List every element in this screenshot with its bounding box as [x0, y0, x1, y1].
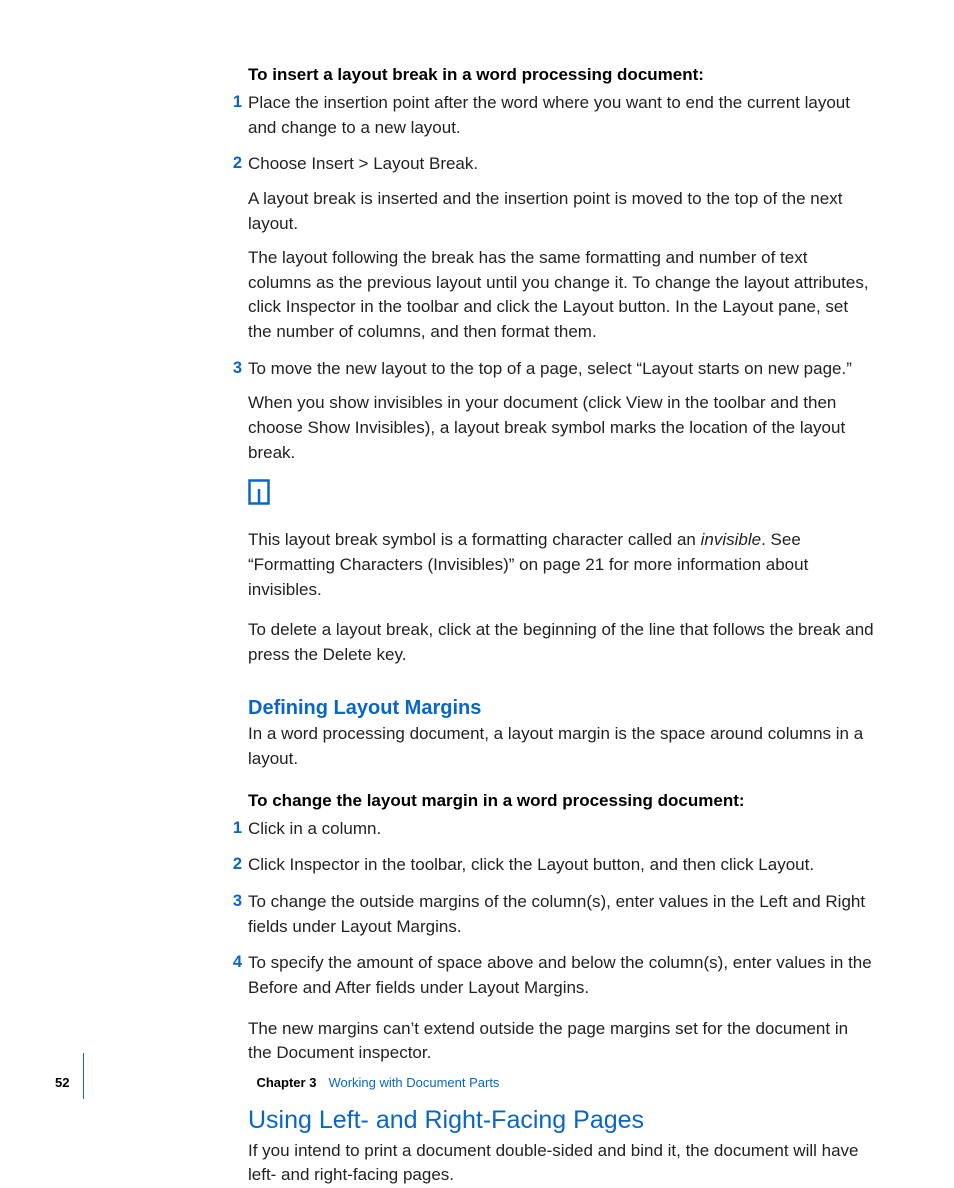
- chapter-title: Working with Document Parts: [328, 1075, 499, 1090]
- layout-break-icon: [248, 479, 270, 510]
- step-number: 3: [224, 357, 242, 381]
- list-item: 1 Click in a column.: [248, 817, 875, 842]
- step-text: When you show invisibles in your documen…: [248, 391, 875, 465]
- step-text: Place the insertion point after the word…: [248, 91, 875, 140]
- page-number: 52: [55, 1075, 69, 1090]
- document-page: To insert a layout break in a word proce…: [0, 0, 954, 1145]
- list-item: 2 Choose Insert > Layout Break. A layout…: [248, 152, 875, 344]
- step-text: A layout break is inserted and the inser…: [248, 187, 875, 236]
- body-paragraph: To delete a layout break, click at the b…: [248, 618, 875, 667]
- footer-inner: 52 Chapter 3 Working with Document Parts: [55, 1065, 499, 1099]
- step-text: To specify the amount of space above and…: [248, 951, 875, 1000]
- procedure-lead: To change the layout margin in a word pr…: [248, 790, 875, 813]
- step-number: 2: [224, 152, 242, 176]
- list-item: 1 Place the insertion point after the wo…: [248, 91, 875, 140]
- step-number: 3: [224, 890, 242, 914]
- step-text: To change the outside margins of the col…: [248, 890, 875, 939]
- main-content: To insert a layout break in a word proce…: [248, 64, 875, 1188]
- section-heading: Using Left- and Right-Facing Pages: [248, 1106, 875, 1135]
- footer-divider: [83, 1053, 84, 1099]
- body-paragraph: If you intend to print a document double…: [248, 1139, 875, 1188]
- step-number: 4: [224, 951, 242, 975]
- step-number: 2: [224, 853, 242, 877]
- step-text: Click in a column.: [248, 817, 875, 842]
- list-item: 3 To change the outside margins of the c…: [248, 890, 875, 939]
- chapter-label: Chapter 3: [256, 1075, 316, 1090]
- emphasis: invisible: [701, 530, 761, 549]
- step-text: The layout following the break has the s…: [248, 246, 875, 345]
- subsection-heading: Defining Layout Margins: [248, 697, 875, 720]
- list-item: 3 To move the new layout to the top of a…: [248, 357, 875, 466]
- list-item: 4 To specify the amount of space above a…: [248, 951, 875, 1000]
- step-text: Click Inspector in the toolbar, click th…: [248, 853, 875, 878]
- step-number: 1: [224, 817, 242, 841]
- step-text: To move the new layout to the top of a p…: [248, 357, 875, 382]
- step-number: 1: [224, 91, 242, 115]
- procedure-lead: To insert a layout break in a word proce…: [248, 64, 875, 87]
- layout-break-icon-row: [248, 479, 875, 510]
- body-paragraph: This layout break symbol is a formatting…: [248, 528, 875, 602]
- body-paragraph: In a word processing document, a layout …: [248, 722, 875, 771]
- page-footer: 52 Chapter 3 Working with Document Parts: [0, 1055, 954, 1095]
- ordered-list: 1 Place the insertion point after the wo…: [248, 91, 875, 465]
- text-run: This layout break symbol is a formatting…: [248, 530, 701, 549]
- list-item: 2 Click Inspector in the toolbar, click …: [248, 853, 875, 878]
- ordered-list: 1 Click in a column. 2 Click Inspector i…: [248, 817, 875, 1001]
- step-text: Choose Insert > Layout Break.: [248, 152, 875, 177]
